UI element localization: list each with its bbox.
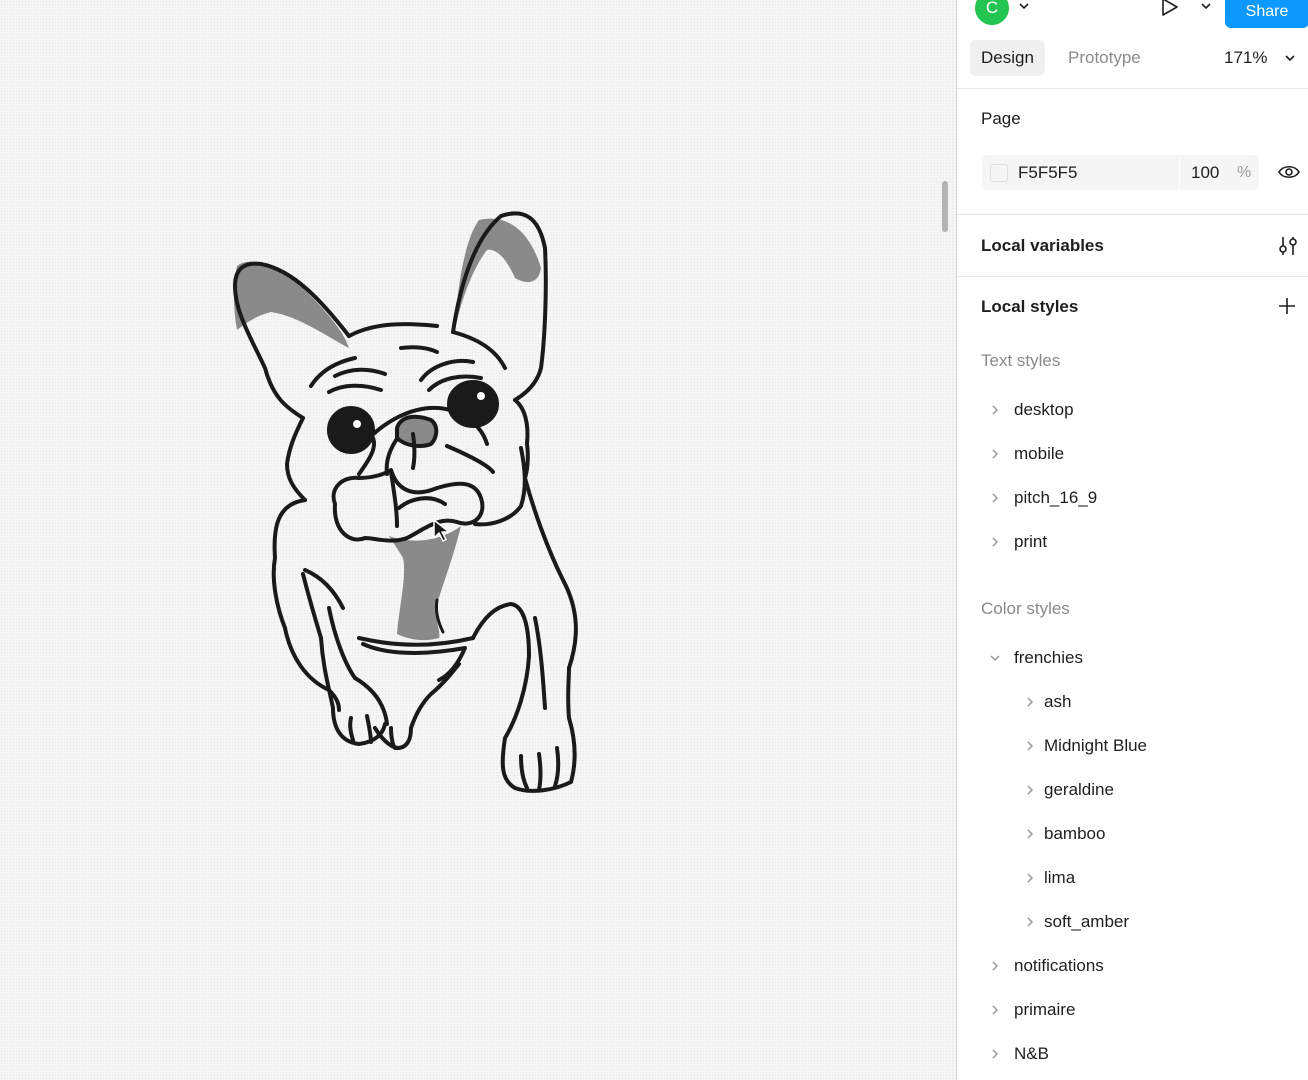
- color-group-name: notifications: [1014, 956, 1104, 975]
- color-style-name: geraldine: [1044, 780, 1114, 799]
- text-style-name: pitch_16_9: [1014, 488, 1098, 507]
- chevron-right-icon[interactable]: [1024, 696, 1036, 708]
- page-color-swatch[interactable]: [990, 164, 1008, 182]
- color-style-name: Midnight Blue: [1044, 736, 1148, 755]
- french-bulldog-illustration[interactable]: [225, 208, 585, 798]
- field-separator: [1179, 155, 1180, 190]
- chevron-down-icon[interactable]: [1017, 0, 1031, 13]
- chevron-down-icon[interactable]: [1199, 0, 1213, 13]
- local-variables-title[interactable]: Local variables: [981, 236, 1104, 256]
- chevron-down-icon[interactable]: [1283, 51, 1297, 65]
- chevron-right-icon[interactable]: [989, 1048, 1001, 1060]
- chevron-right-icon[interactable]: [989, 1004, 1001, 1016]
- avatar-initial: C: [985, 0, 999, 17]
- text-style-name: mobile: [1014, 444, 1065, 463]
- pointer-cursor-icon: [433, 519, 450, 542]
- color-style-name: soft_amber: [1044, 912, 1130, 931]
- chevron-down-icon[interactable]: [989, 652, 1001, 664]
- present-play-icon[interactable]: [1158, 0, 1180, 18]
- share-button[interactable]: Share: [1225, 0, 1308, 28]
- chevron-right-icon[interactable]: [1024, 740, 1036, 752]
- design-canvas[interactable]: [0, 0, 956, 1080]
- chevron-right-icon[interactable]: [989, 960, 1001, 972]
- divider: [957, 88, 1308, 89]
- color-group-name: N&B: [1014, 1044, 1049, 1063]
- text-style-name: desktop: [1014, 400, 1074, 419]
- zoom-level[interactable]: 171%: [1224, 40, 1267, 76]
- canvas-scrollbar-thumb[interactable]: [942, 181, 948, 232]
- tab-prototype[interactable]: Prototype: [1057, 40, 1152, 76]
- user-avatar[interactable]: C: [975, 0, 1009, 25]
- text-styles-label: Text styles: [981, 351, 1061, 370]
- color-style-name: lima: [1044, 868, 1076, 887]
- divider: [957, 214, 1308, 215]
- chevron-right-icon[interactable]: [989, 404, 1001, 416]
- chevron-right-icon[interactable]: [989, 536, 1001, 548]
- color-style-name: bamboo: [1044, 824, 1106, 843]
- color-style-name: ash: [1044, 692, 1072, 711]
- panel-topbar: C Share: [957, 0, 1308, 30]
- right-sidebar-panel: C Share Design Prototype 171% Page F5F5F…: [956, 0, 1308, 1080]
- color-group-name: frenchies: [1014, 648, 1083, 667]
- chevron-right-icon[interactable]: [1024, 828, 1036, 840]
- percent-unit: %: [1237, 164, 1252, 181]
- eye-icon[interactable]: [1277, 162, 1301, 182]
- local-styles-title: Local styles: [981, 297, 1079, 316]
- text-style-name: print: [1014, 532, 1048, 551]
- color-group-name: primaire: [1014, 1000, 1076, 1019]
- page-color-hex[interactable]: F5F5F5: [1018, 155, 1078, 190]
- chevron-right-icon[interactable]: [989, 448, 1001, 460]
- chevron-right-icon[interactable]: [989, 492, 1001, 504]
- page-opacity-value[interactable]: 100: [1191, 155, 1219, 190]
- chevron-right-icon[interactable]: [1024, 872, 1036, 884]
- tab-design[interactable]: Design: [970, 40, 1045, 76]
- divider: [957, 276, 1308, 277]
- panel-tabs: Design Prototype 171%: [957, 40, 1308, 76]
- color-styles-label: Color styles: [981, 599, 1070, 618]
- page-background-field[interactable]: F5F5F5 100 %: [982, 155, 1259, 190]
- chevron-right-icon[interactable]: [1024, 916, 1036, 928]
- variables-sliders-icon[interactable]: [1278, 235, 1298, 257]
- plus-icon[interactable]: [1278, 297, 1296, 315]
- chevron-right-icon[interactable]: [1024, 784, 1036, 796]
- page-section-title: Page: [981, 109, 1021, 128]
